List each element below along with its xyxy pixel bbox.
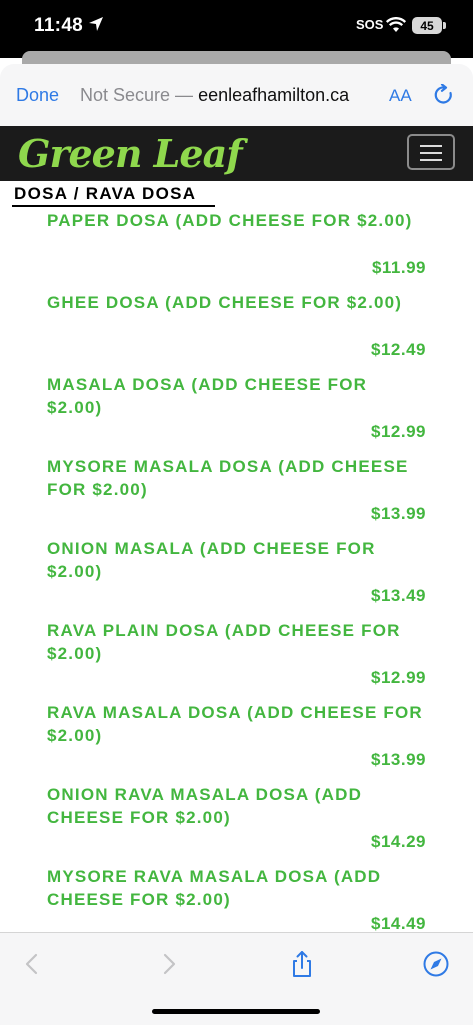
menu-item[interactable]: MASALA DOSA (ADD CHEESE FOR $2.00) $12.9…: [0, 374, 473, 456]
menu-line-icon: [420, 145, 442, 147]
item-price: $14.29: [371, 832, 426, 851]
text-size-button[interactable]: AA: [389, 86, 412, 106]
item-name: MYSORE MASALA DOSA (ADD CHEESE FOR $2.00…: [47, 457, 409, 499]
status-time: 11:48: [34, 15, 84, 36]
back-icon[interactable]: [18, 950, 46, 978]
item-name: MASALA DOSA (ADD CHEESE FOR $2.00): [47, 375, 368, 417]
section-title: DOSA / RAVA DOSA: [14, 184, 197, 203]
status-sos: SOS: [356, 17, 384, 32]
battery-icon: 45: [412, 17, 442, 34]
menu-item[interactable]: PAPER DOSA (ADD CHEESE FOR $2.00) $11.99: [0, 210, 473, 292]
sheet-grabber: [22, 51, 451, 65]
status-bar: 11:48 SOS 45: [0, 0, 473, 58]
item-name: GHEE DOSA (ADD CHEESE FOR $2.00): [47, 293, 403, 312]
not-secure-label: Not Secure —: [80, 85, 194, 105]
menu-item[interactable]: RAVA MASALA DOSA (ADD CHEESE FOR $2.00) …: [0, 702, 473, 784]
battery-tip: [443, 22, 446, 29]
menu-line-icon: [420, 152, 442, 154]
forward-icon[interactable]: [155, 950, 183, 978]
location-arrow-icon: [89, 17, 103, 31]
item-price: $13.99: [371, 750, 426, 769]
item-price: $13.49: [371, 586, 426, 605]
item-price: $13.99: [371, 504, 426, 523]
browser-toolbar: Done Not Secure — eenleafhamilton.ca AA: [0, 64, 473, 126]
item-name: PAPER DOSA (ADD CHEESE FOR $2.00): [47, 211, 413, 230]
item-price: $12.99: [371, 668, 426, 687]
menu-item[interactable]: ONION RAVA MASALA DOSA (ADD CHEESE FOR $…: [0, 784, 473, 866]
item-price: $14.49: [371, 914, 426, 933]
menu-line-icon: [420, 159, 442, 161]
address-bar[interactable]: Not Secure — eenleafhamilton.ca: [80, 85, 370, 106]
wifi-icon: [386, 17, 406, 32]
item-price: $12.99: [371, 422, 426, 441]
item-name: RAVA MASALA DOSA (ADD CHEESE FOR $2.00): [47, 703, 423, 745]
share-icon[interactable]: [288, 950, 316, 978]
compass-icon[interactable]: [422, 950, 450, 978]
item-price: $12.49: [371, 340, 426, 359]
item-name: MYSORE RAVA MASALA DOSA (ADD CHEESE FOR …: [47, 867, 382, 909]
hamburger-menu-button[interactable]: [407, 134, 455, 170]
item-name: RAVA PLAIN DOSA (ADD CHEESE FOR $2.00): [47, 621, 401, 663]
item-name: ONION RAVA MASALA DOSA (ADD CHEESE FOR $…: [47, 785, 363, 827]
url-host: eenleafhamilton.ca: [198, 85, 350, 105]
item-price: $11.99: [371, 258, 426, 277]
site-logo[interactable]: Green Leaf: [18, 128, 243, 180]
menu-item[interactable]: MYSORE MASALA DOSA (ADD CHEESE FOR $2.00…: [0, 456, 473, 538]
menu-item[interactable]: GHEE DOSA (ADD CHEESE FOR $2.00) $12.49: [0, 292, 473, 374]
menu-item[interactable]: RAVA PLAIN DOSA (ADD CHEESE FOR $2.00) $…: [0, 620, 473, 702]
home-indicator: [152, 1009, 320, 1014]
item-name: ONION MASALA (ADD CHEESE FOR $2.00): [47, 539, 376, 581]
done-button[interactable]: Done: [16, 85, 59, 106]
reload-icon[interactable]: [433, 84, 455, 106]
section-underline: [12, 205, 215, 207]
menu-item[interactable]: ONION MASALA (ADD CHEESE FOR $2.00) $13.…: [0, 538, 473, 620]
